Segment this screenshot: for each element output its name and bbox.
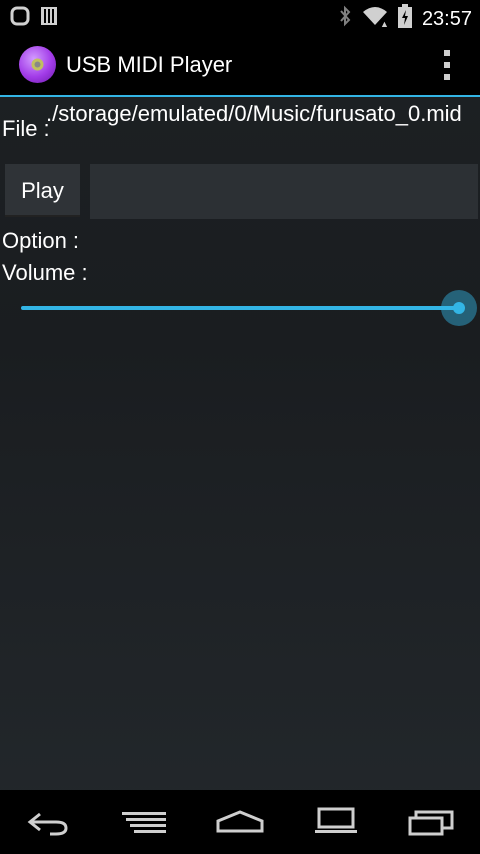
volume-label: Volume : — [2, 260, 88, 285]
volume-slider-thumb-center — [453, 302, 465, 314]
volume-slider-track[interactable] — [21, 306, 459, 310]
app-title: USB MIDI Player — [66, 52, 233, 77]
home-icon[interactable] — [210, 804, 270, 840]
file-label: File : — [2, 116, 50, 141]
action-bar-divider — [0, 95, 480, 97]
notification-ring-icon — [10, 6, 30, 31]
screen-icon[interactable] — [306, 804, 366, 840]
overflow-menu-icon[interactable] — [444, 50, 452, 80]
file-path: ./storage/emulated/0/Music/furusato_0.mi… — [46, 101, 462, 126]
svg-text:▲▼: ▲▼ — [380, 19, 388, 27]
back-icon[interactable] — [18, 804, 78, 840]
menu-icon[interactable] — [114, 804, 174, 840]
action-bar: USB MIDI Player — [0, 34, 480, 95]
navigation-bar — [0, 790, 480, 854]
recent-apps-icon[interactable] — [402, 804, 462, 840]
play-button[interactable]: Play — [5, 164, 80, 217]
clock: 23:57 — [421, 7, 472, 30]
volume-slider-thumb[interactable] — [441, 290, 477, 326]
storage-icon — [40, 6, 58, 31]
bluetooth-icon — [338, 5, 352, 32]
text-input[interactable] — [90, 164, 478, 219]
option-label: Option : — [2, 228, 80, 253]
wifi-icon: ▲▼ — [362, 5, 398, 32]
status-bar: ▲▼ 23:57 — [0, 0, 480, 34]
app-icon[interactable] — [19, 46, 56, 83]
battery-charging-icon — [397, 4, 412, 33]
